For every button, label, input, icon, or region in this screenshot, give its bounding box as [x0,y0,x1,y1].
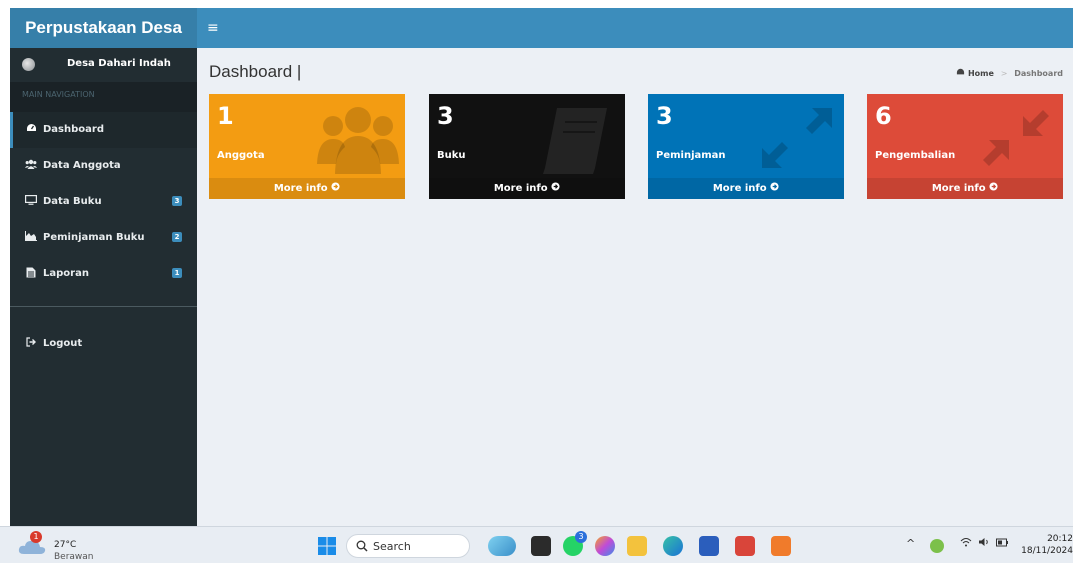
weather-widget[interactable]: 1 27°C Berawan [18,531,108,562]
sidebar-item-label: Peminjaman Buku [43,232,145,243]
box-count: 6 [875,102,892,130]
avatar [22,58,35,71]
more-info-link[interactable]: More info [429,178,625,199]
box-count: 3 [437,102,454,130]
breadcrumb-home-link[interactable]: Home [968,69,994,78]
task-view-icon[interactable] [531,536,551,556]
count-badge: 1 [172,268,182,278]
copilot-widget-icon[interactable] [488,536,516,556]
clock-time: 20:12 [1047,534,1073,544]
weather-condition: Berawan [54,552,94,562]
sidebar-item-label: Data Buku [43,196,102,207]
sign-out-icon [25,337,37,350]
edge-browser-icon[interactable] [663,536,683,556]
app-red-icon[interactable] [735,536,755,556]
weather-alert-badge: 1 [30,531,42,543]
battery-icon[interactable] [996,537,1008,550]
dashboard-icon [956,68,968,78]
more-info-link[interactable]: More info [648,178,844,199]
xampp-icon[interactable] [771,536,791,556]
sidebar-item-data-buku[interactable]: Data Buku 3 [10,184,197,220]
page-title: Dashboard | [209,62,302,81]
clock-date: 18/11/2024 [1021,546,1073,556]
sidebar-item-peminjaman-buku[interactable]: Peminjaman Buku 2 [10,220,197,256]
more-info-link[interactable]: More info [867,178,1063,199]
sidebar-item-dashboard[interactable]: Dashboard [10,112,197,148]
brand-logo[interactable]: Perpustakaan Desa [10,8,197,48]
sidebar-item-label: Laporan [43,268,89,279]
breadcrumb-current: Dashboard [1014,69,1063,78]
info-box-buku: 3 Buku More info [429,94,625,199]
more-info-label: More info [273,183,328,194]
sidebar: Desa Dahari Indah MAIN NAVIGATION Dashbo… [10,48,197,526]
taskbar-search[interactable]: Search [346,534,470,558]
monitor-icon [25,195,38,208]
search-icon [356,540,368,552]
box-label: Anggota [217,150,265,161]
box-count: 1 [217,102,234,130]
copilot-icon[interactable] [595,536,615,556]
expand-arrows-icon [756,102,838,174]
breadcrumb-separator: > [1000,69,1008,78]
search-placeholder: Search [373,540,411,553]
user-panel: Desa Dahari Indah [10,48,197,82]
more-info-link[interactable]: More info [209,178,405,199]
word-icon[interactable] [699,536,719,556]
info-box-pengembalian: 6 Pengembalian More info [867,94,1063,199]
logout-link[interactable]: Logout [10,326,197,362]
file-icon [25,267,37,281]
os-taskbar: 1 27°C Berawan Search 3 ^ 20:12 18/11/20… [0,526,1073,563]
info-box-anggota: 1 Anggota More info [209,94,405,199]
count-badge: 3 [172,196,182,206]
users-icon [25,159,37,172]
sidebar-item-data-anggota[interactable]: Data Anggota [10,148,197,184]
more-info-label: More info [931,183,986,194]
tray-app-icon[interactable] [930,539,944,553]
info-box-peminjaman: 3 Peminjaman More info [648,94,844,199]
arrow-circle-right-icon [989,182,998,194]
app-window: Perpustakaan Desa ≡ Desa Dahari Indah MA… [10,8,1073,526]
system-clock[interactable]: 20:12 18/11/2024 [1015,533,1073,557]
nav-header: MAIN NAVIGATION [10,82,197,112]
box-label: Peminjaman [656,150,726,161]
box-count: 3 [656,102,673,130]
sidebar-divider [10,306,197,307]
breadcrumb: Home > Dashboard [956,68,1063,78]
chevron-up-icon[interactable]: ^ [906,537,915,550]
wifi-icon[interactable] [960,537,972,550]
sidebar-item-label: Dashboard [43,124,104,135]
book-icon [537,102,619,174]
compress-arrows-icon [975,102,1057,174]
box-label: Buku [437,150,466,161]
area-chart-icon [25,231,37,244]
windows-start-icon[interactable] [318,537,336,555]
arrow-circle-right-icon [770,182,779,194]
count-badge: 2 [172,232,182,242]
menu-toggle-icon[interactable]: ≡ [207,20,219,36]
box-label: Pengembalian [875,150,956,161]
top-header: Perpustakaan Desa ≡ [10,8,1073,48]
file-explorer-icon[interactable] [627,536,647,556]
dashboard-icon [25,123,37,136]
users-icon [317,102,399,174]
arrow-circle-right-icon [551,182,560,194]
arrow-circle-right-icon [331,182,340,194]
more-info-label: More info [493,183,548,194]
user-name: Desa Dahari Indah [67,58,171,69]
logout-label: Logout [43,338,83,349]
weather-temp: 27°C [54,540,77,550]
more-info-label: More info [712,183,767,194]
volume-icon[interactable] [978,537,990,550]
whatsapp-badge: 3 [575,531,587,543]
sidebar-item-label: Data Anggota [43,160,121,171]
whatsapp-icon[interactable]: 3 [563,531,587,556]
sidebar-item-laporan[interactable]: Laporan 1 [10,256,197,292]
